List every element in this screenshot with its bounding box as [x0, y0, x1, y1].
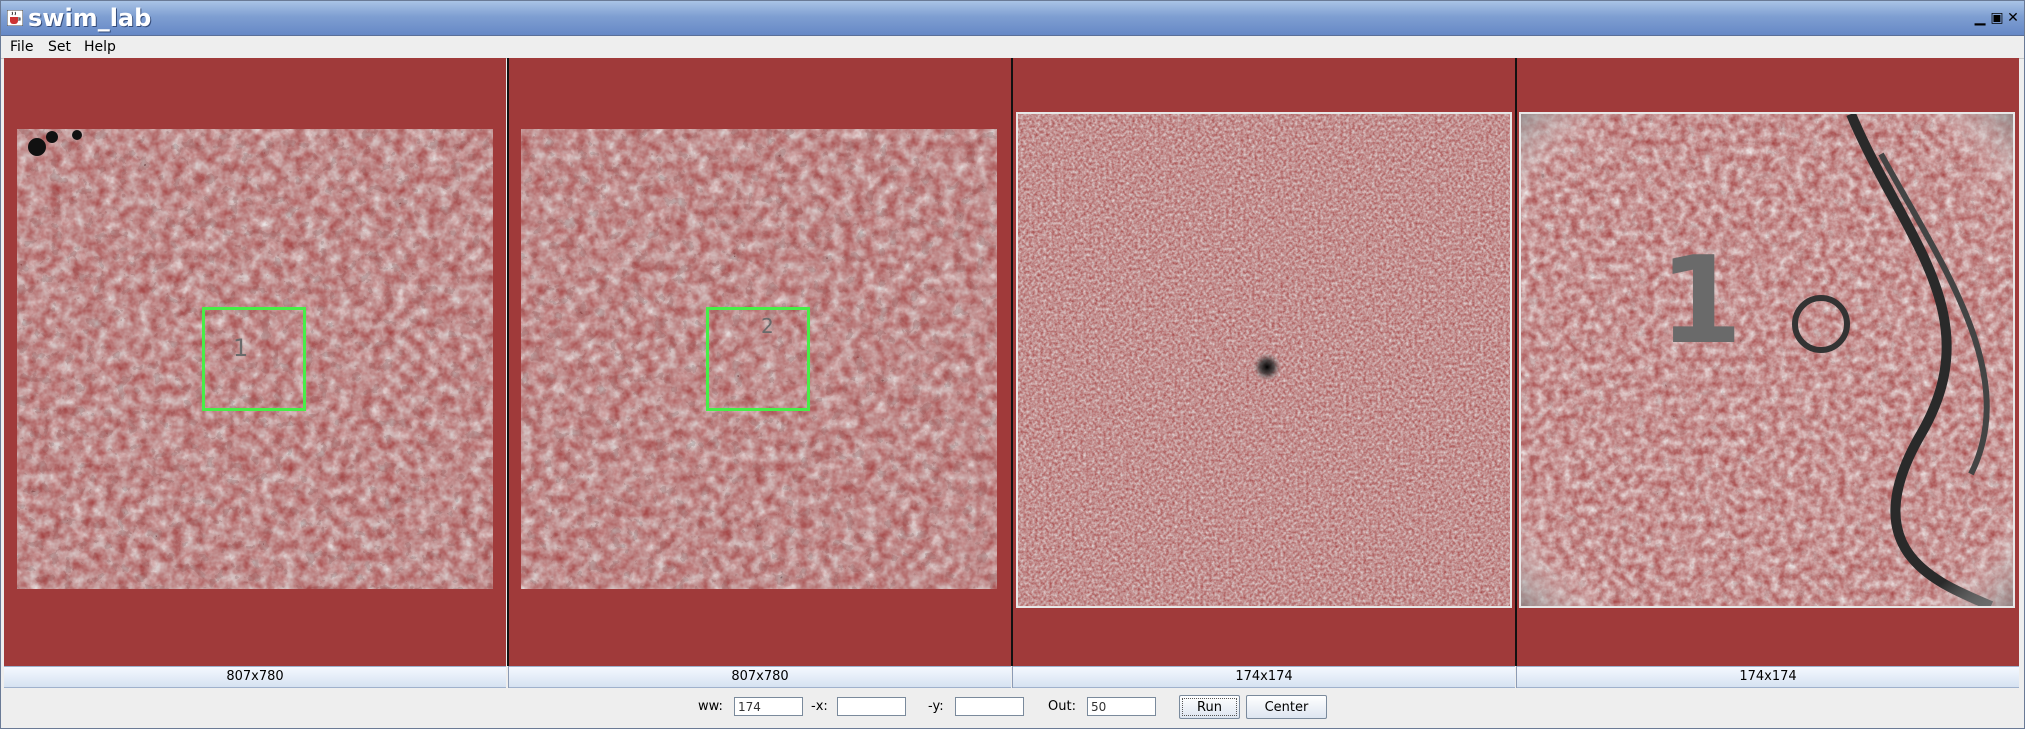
- roi-label-2: 2: [761, 314, 774, 338]
- em-image-2[interactable]: 2: [521, 129, 997, 589]
- run-button[interactable]: Run: [1179, 695, 1240, 719]
- center-button[interactable]: Center: [1246, 695, 1327, 719]
- em-image-1[interactable]: 1: [17, 129, 493, 589]
- size-label-3: 174x174: [1013, 666, 1515, 688]
- minimize-icon[interactable]: ▁: [1972, 10, 1988, 26]
- image-panel-4: 1: [1517, 58, 2019, 666]
- title-bar[interactable]: swim_lab ▁ ▣ ✕: [1, 1, 2024, 36]
- y-label: -y:: [928, 699, 944, 714]
- image-panel-1: 1: [4, 58, 506, 666]
- window-image[interactable]: 1: [1519, 112, 2015, 608]
- size-label-1: 807x780: [4, 666, 506, 688]
- out-field[interactable]: [1087, 697, 1156, 716]
- control-bar: ww: -x: -y: Out: Run Center: [1, 689, 2024, 727]
- menu-bar: File Set Help: [1, 36, 2024, 59]
- correlation-image[interactable]: [1016, 112, 1512, 608]
- window-title: swim_lab: [28, 4, 152, 32]
- y-field[interactable]: [955, 697, 1024, 716]
- out-label: Out:: [1048, 699, 1076, 714]
- size-label-4: 174x174: [1517, 666, 2019, 688]
- window-overlay-number: 1: [1659, 232, 1743, 371]
- menu-help[interactable]: Help: [84, 39, 116, 55]
- ww-label: ww:: [698, 699, 723, 714]
- image-panel-3: [1013, 58, 1515, 666]
- ww-field[interactable]: [734, 697, 803, 716]
- roi-box-2[interactable]: 2: [706, 307, 810, 411]
- maximize-icon[interactable]: ▣: [1989, 10, 2005, 26]
- java-cup-icon: [7, 10, 23, 26]
- roi-label-1: 1: [233, 334, 249, 362]
- menu-set[interactable]: Set: [48, 39, 71, 55]
- menu-file[interactable]: File: [10, 39, 33, 55]
- image-panel-2: 2: [509, 58, 1011, 666]
- roi-box-1[interactable]: 1: [202, 307, 306, 411]
- close-icon[interactable]: ✕: [2005, 10, 2021, 26]
- size-label-2: 807x780: [509, 666, 1011, 688]
- x-field[interactable]: [837, 697, 906, 716]
- x-label: -x:: [811, 699, 828, 714]
